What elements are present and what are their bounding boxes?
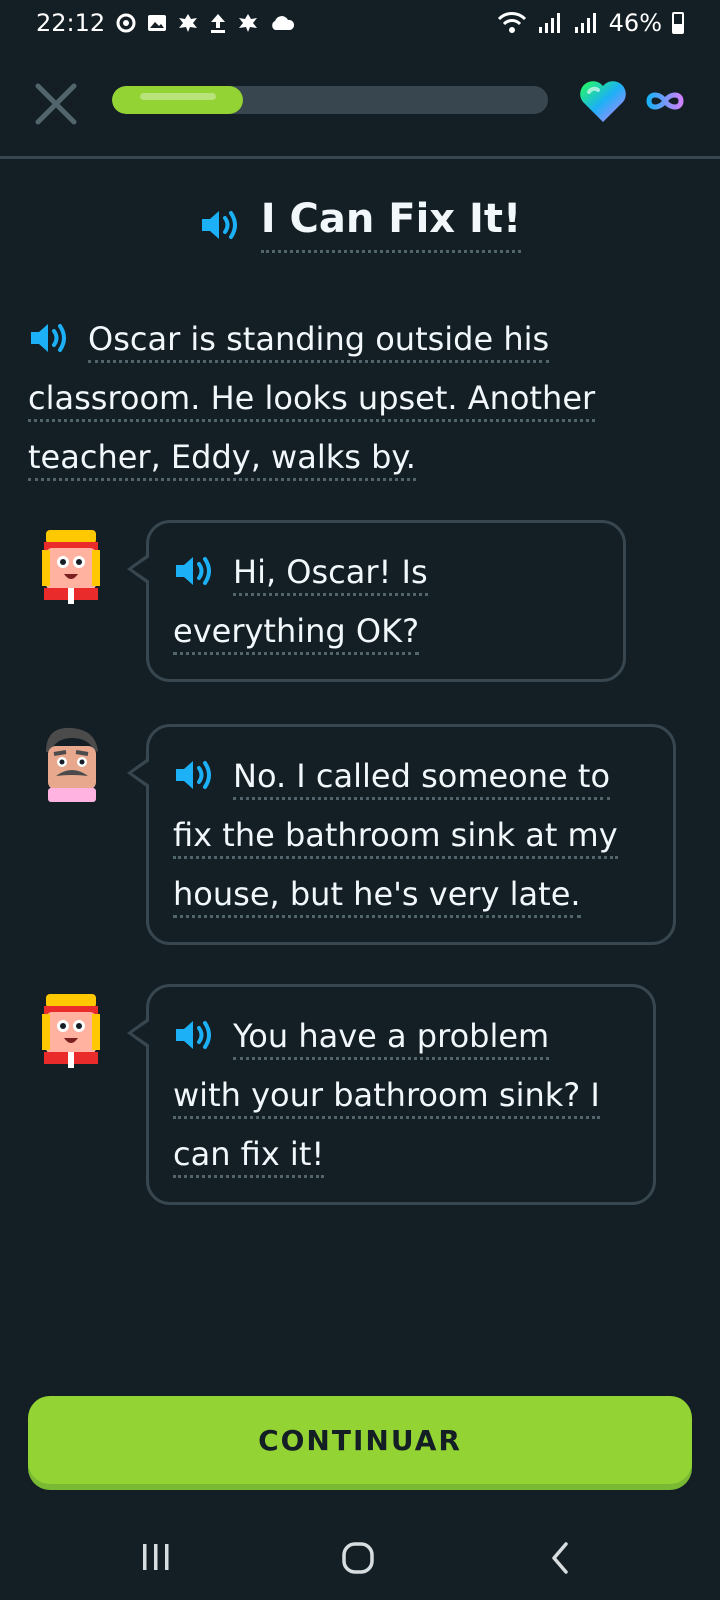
- oscar-avatar: [46, 727, 98, 802]
- image-icon: [148, 15, 167, 31]
- heart-icon[interactable]: [578, 78, 628, 124]
- narration-line[interactable]: Oscar is standing outside his classroom.…: [28, 320, 596, 481]
- leaf-icon: [239, 14, 258, 32]
- battery-percent: 46%: [608, 9, 662, 37]
- settings-icon: [116, 13, 136, 33]
- story-title: I Can Fix It!: [0, 196, 720, 253]
- close-icon[interactable]: [30, 78, 82, 130]
- signal-icon: [538, 13, 560, 33]
- status-bar: 22:12 46%: [0, 0, 720, 46]
- continue-button[interactable]: CONTINUAR: [28, 1396, 692, 1484]
- page-title[interactable]: I Can Fix It!: [260, 196, 522, 253]
- lesson-header: [0, 60, 720, 156]
- dialogue-text[interactable]: You have a problem with your bathroom si…: [173, 1017, 600, 1178]
- header-divider: [0, 156, 720, 159]
- speech-bubble: Hi, Oscar! Is everything OK?: [127, 520, 626, 682]
- upload-icon: [211, 14, 226, 33]
- back-icon[interactable]: [548, 1540, 572, 1576]
- cloud-icon: [272, 16, 295, 30]
- progress-fill: [112, 86, 243, 114]
- leaf-icon: [179, 14, 198, 32]
- progress-bar: [112, 86, 548, 114]
- speech-bubble: You have a problem with your bathroom si…: [127, 984, 656, 1205]
- recent-apps-icon[interactable]: [140, 1540, 172, 1574]
- system-nav-bar: [0, 1520, 720, 1600]
- speaker-icon[interactable]: [173, 554, 217, 588]
- eddy-avatar: [42, 530, 100, 604]
- dialogue-text[interactable]: No. I called someone to fix the bathroom…: [173, 757, 618, 918]
- signal-icon: [574, 13, 596, 33]
- speaker-icon[interactable]: [173, 758, 217, 792]
- narration-text: Oscar is standing outside his classroom.…: [28, 310, 668, 487]
- speaker-icon[interactable]: [28, 321, 72, 355]
- eddy-avatar: [42, 994, 100, 1068]
- speaker-icon[interactable]: [173, 1018, 217, 1052]
- status-right: 46%: [497, 9, 684, 37]
- speech-bubble: No. I called someone to fix the bathroom…: [127, 724, 676, 945]
- battery-icon: [672, 12, 684, 34]
- infinity-icon[interactable]: [644, 86, 686, 116]
- wifi-icon: [497, 12, 526, 33]
- home-icon[interactable]: [340, 1540, 376, 1576]
- status-time: 22:12: [36, 9, 106, 37]
- speaker-icon[interactable]: [199, 208, 243, 242]
- status-left: 22:12: [36, 9, 295, 37]
